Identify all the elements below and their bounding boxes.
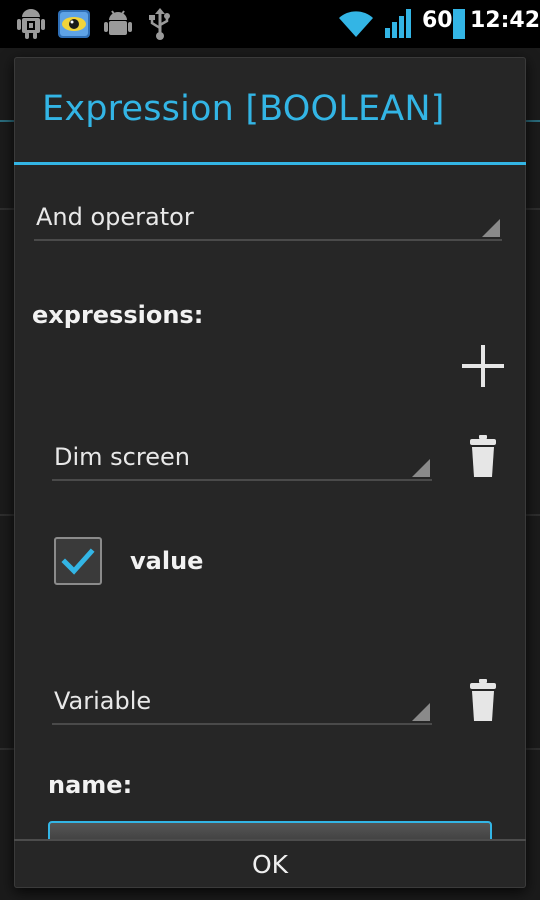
ok-button[interactable]: OK [14,841,526,888]
expression-type-value: Variable [54,687,152,715]
signal-icon [385,9,411,38]
dropdown-arrow-icon [412,459,430,477]
dialog-title: Expression [BOOLEAN] [42,89,445,129]
wifi-icon [339,11,373,37]
trash-icon[interactable] [470,435,496,477]
checkmark-icon [61,548,95,575]
eye-app-icon [58,10,90,38]
android-icon [17,9,45,39]
operator-spinner-value: And operator [36,203,194,231]
value-label: value [130,547,204,575]
name-input[interactable] [48,821,492,839]
android-debug-icon [104,10,132,35]
value-checkbox[interactable] [54,537,102,585]
dropdown-arrow-icon [482,219,500,237]
battery-percent: 60 [422,8,453,33]
clock: 12:42 [470,8,540,33]
expression-type-spinner[interactable]: Dim screen [52,427,432,481]
name-label: name: [48,771,133,799]
battery-icon [453,9,465,39]
usb-icon [149,8,170,40]
expressions-label: expressions: [32,301,204,329]
add-icon[interactable] [462,345,504,387]
trash-icon[interactable] [470,679,496,721]
status-bar: 60 12:42 [0,0,540,48]
dropdown-arrow-icon [412,703,430,721]
expression-dialog: Expression [BOOLEAN] And operator expres… [14,57,526,888]
expression-type-spinner[interactable]: Variable [52,671,432,725]
expression-type-value: Dim screen [54,443,190,471]
dialog-content: And operator expressions: Dim screen val… [14,165,526,839]
operator-spinner[interactable]: And operator [34,193,502,241]
